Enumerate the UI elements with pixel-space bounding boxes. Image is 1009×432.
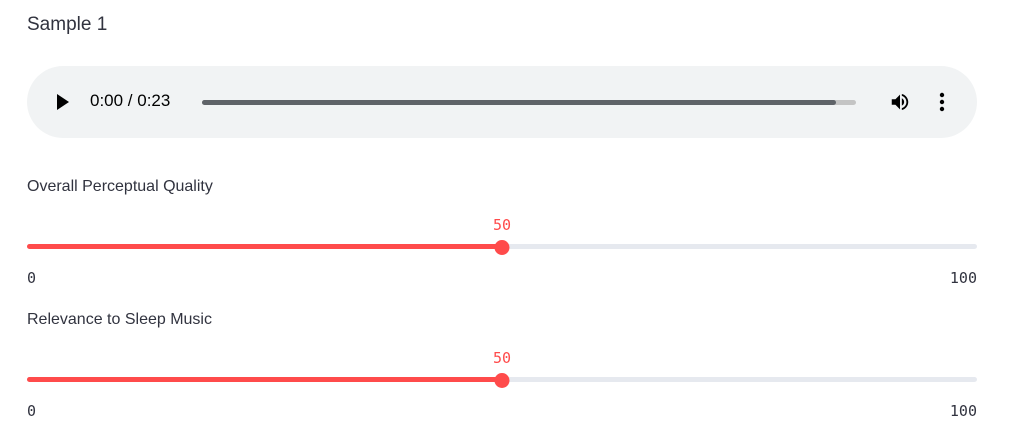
volume-icon[interactable] <box>889 91 911 113</box>
slider-relevance-sleep-music: Relevance to Sleep Music 50 0 100 <box>27 311 977 421</box>
slider-thumb[interactable] <box>494 373 510 388</box>
seek-bar[interactable] <box>202 100 856 105</box>
slider-label: Overall Perceptual Quality <box>27 178 213 195</box>
slider-max-label: 100 <box>949 269 977 287</box>
slider-value: 50 <box>492 216 512 234</box>
more-vert-icon[interactable] <box>933 91 951 113</box>
audio-player: 0:00 / 0:23 <box>27 66 977 138</box>
slider-fill <box>27 244 502 249</box>
time-display: 0:00 / 0:23 <box>90 91 171 110</box>
slider-fill <box>27 377 502 382</box>
slider-label: Relevance to Sleep Music <box>27 311 212 328</box>
sample-title: Sample 1 <box>27 14 108 35</box>
seek-bar-buffered <box>202 100 837 105</box>
slider-thumb[interactable] <box>494 240 510 255</box>
slider-min-label: 0 <box>27 402 37 420</box>
slider-min-label: 0 <box>27 269 37 287</box>
slider-value: 50 <box>492 349 512 367</box>
slider-max-label: 100 <box>949 402 977 420</box>
play-icon[interactable] <box>55 92 71 112</box>
slider-overall-quality: Overall Perceptual Quality 50 0 100 <box>27 178 977 288</box>
